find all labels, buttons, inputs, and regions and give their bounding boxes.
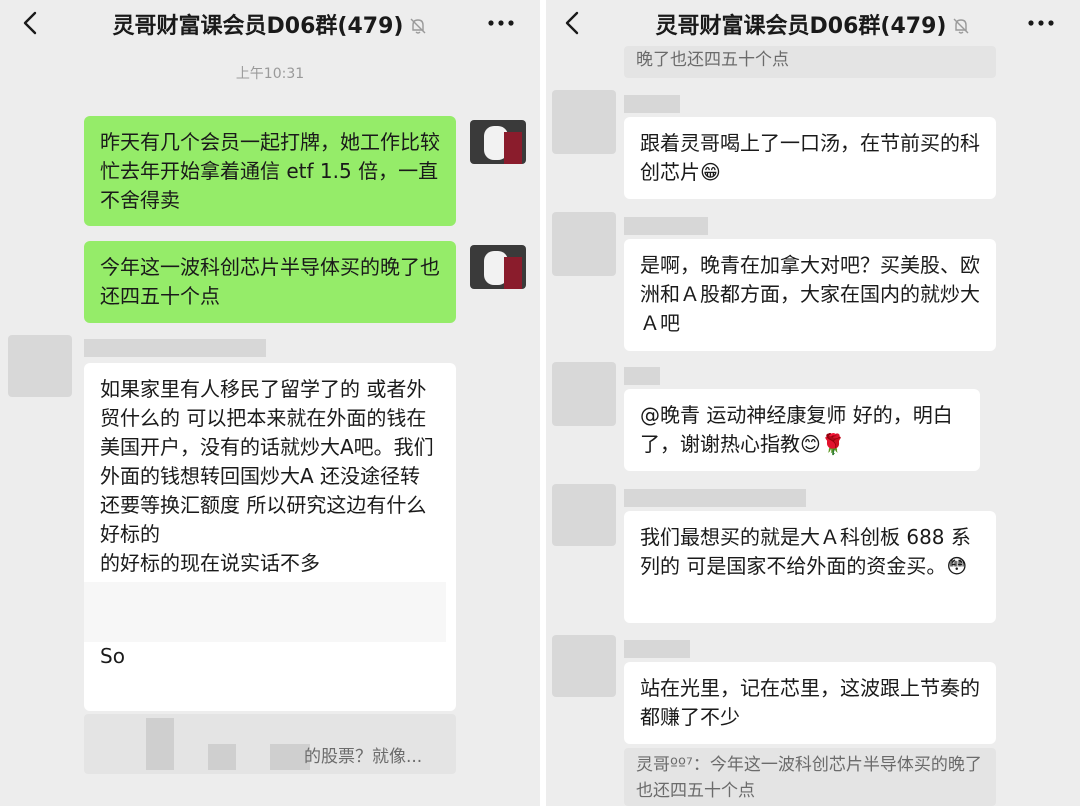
quoted-message[interactable]: 的股票？就像... <box>84 714 456 774</box>
sender-avatar[interactable] <box>470 120 526 164</box>
avatar-blurred[interactable] <box>552 484 616 546</box>
chat-title-wrap: 灵哥财富课会员D06群(479) <box>0 8 540 40</box>
bell-mute-icon <box>410 18 426 34</box>
message-text: 如果家里有人移民了留学了的 或者外贸什么的 可以把本来就在外面的钱在美国开户，没… <box>100 377 434 546</box>
quoted-message[interactable]: 灵哥ºº⁷：今年这一波科创芯片半导体买的晚了也还四五十个点 <box>624 748 996 806</box>
avatar-blurred[interactable] <box>552 90 616 154</box>
quote-text: 的股票？就像... <box>304 747 423 767</box>
sender-avatar[interactable] <box>470 245 526 289</box>
blurred-region <box>208 744 236 770</box>
chat-pane-right: 灵哥财富课会员D06群(479) 晚了也还四五十个点 跟着灵哥喝上了一口汤，在节… <box>546 0 1080 806</box>
sender-name-blurred <box>624 640 690 658</box>
chat-title: 灵哥财富课会员D06群(479) <box>655 14 947 39</box>
sender-name-blurred <box>84 339 266 357</box>
message-bubble-sent[interactable]: 今年这一波科创芯片半导体买的晚了也还四五十个点 <box>84 241 456 323</box>
screenshot-collage: 灵哥财富课会员D06群(479) 上午10:31 昨天有几个会员一起打牌，她工作… <box>0 0 1080 806</box>
quoted-message[interactable]: 晚了也还四五十个点 <box>624 46 996 78</box>
message-bubble-sent[interactable]: 昨天有几个会员一起打牌，她工作比较忙去年开始拿着通信 etf 1.5 倍，一直不… <box>84 116 456 226</box>
message-bubble-received[interactable]: 如果家里有人移民了留学了的 或者外贸什么的 可以把本来就在外面的钱在美国开户，没… <box>84 363 456 711</box>
blurred-region <box>146 744 174 770</box>
blurred-region <box>84 582 446 642</box>
more-dots-icon[interactable] <box>1026 10 1056 36</box>
message-bubble-received[interactable]: 跟着灵哥喝上了一口汤，在节前买的科创芯片😁 <box>624 117 996 199</box>
chat-header: 灵哥财富课会员D06群(479) <box>0 0 540 46</box>
sender-name-blurred <box>624 367 660 385</box>
avatar-blurred[interactable] <box>8 335 72 397</box>
avatar-blurred[interactable] <box>552 362 616 426</box>
chat-title-wrap: 灵哥财富课会员D06群(479) <box>546 8 1080 40</box>
message-bubble-received[interactable]: @晚青 运动神经康复师 好的，明白了，谢谢热心指教😊🌹 <box>624 389 980 471</box>
message-text: So <box>100 644 125 668</box>
chat-pane-left: 灵哥财富课会员D06群(479) 上午10:31 昨天有几个会员一起打牌，她工作… <box>0 0 540 806</box>
chat-title: 灵哥财富课会员D06群(479) <box>112 14 404 39</box>
blurred-region <box>146 718 174 744</box>
message-bubble-received[interactable]: 站在光里，记在芯里，这波跟上节奏的都赚了不少 <box>624 662 996 744</box>
sender-name-blurred <box>624 95 680 113</box>
message-bubble-received[interactable]: 是啊，晚青在加拿大对吧？买美股、欧洲和Ａ股都方面，大家在国内的就炒大Ａ吧 <box>624 239 996 351</box>
message-bubble-received[interactable]: 我们最想买的就是大Ａ科创板 688 系列的 可是国家不给外面的资金买。😳 <box>624 511 996 623</box>
message-text: 的好标的现在说实话不多 <box>100 551 320 575</box>
chat-header: 灵哥财富课会员D06群(479) <box>546 0 1080 46</box>
sender-name-blurred <box>624 489 806 507</box>
timestamp: 上午10:31 <box>235 66 305 82</box>
avatar-blurred[interactable] <box>552 212 616 276</box>
avatar-blurred[interactable] <box>552 635 616 697</box>
bell-mute-icon <box>953 18 969 34</box>
more-dots-icon[interactable] <box>486 10 516 36</box>
sender-name-blurred <box>624 217 708 235</box>
